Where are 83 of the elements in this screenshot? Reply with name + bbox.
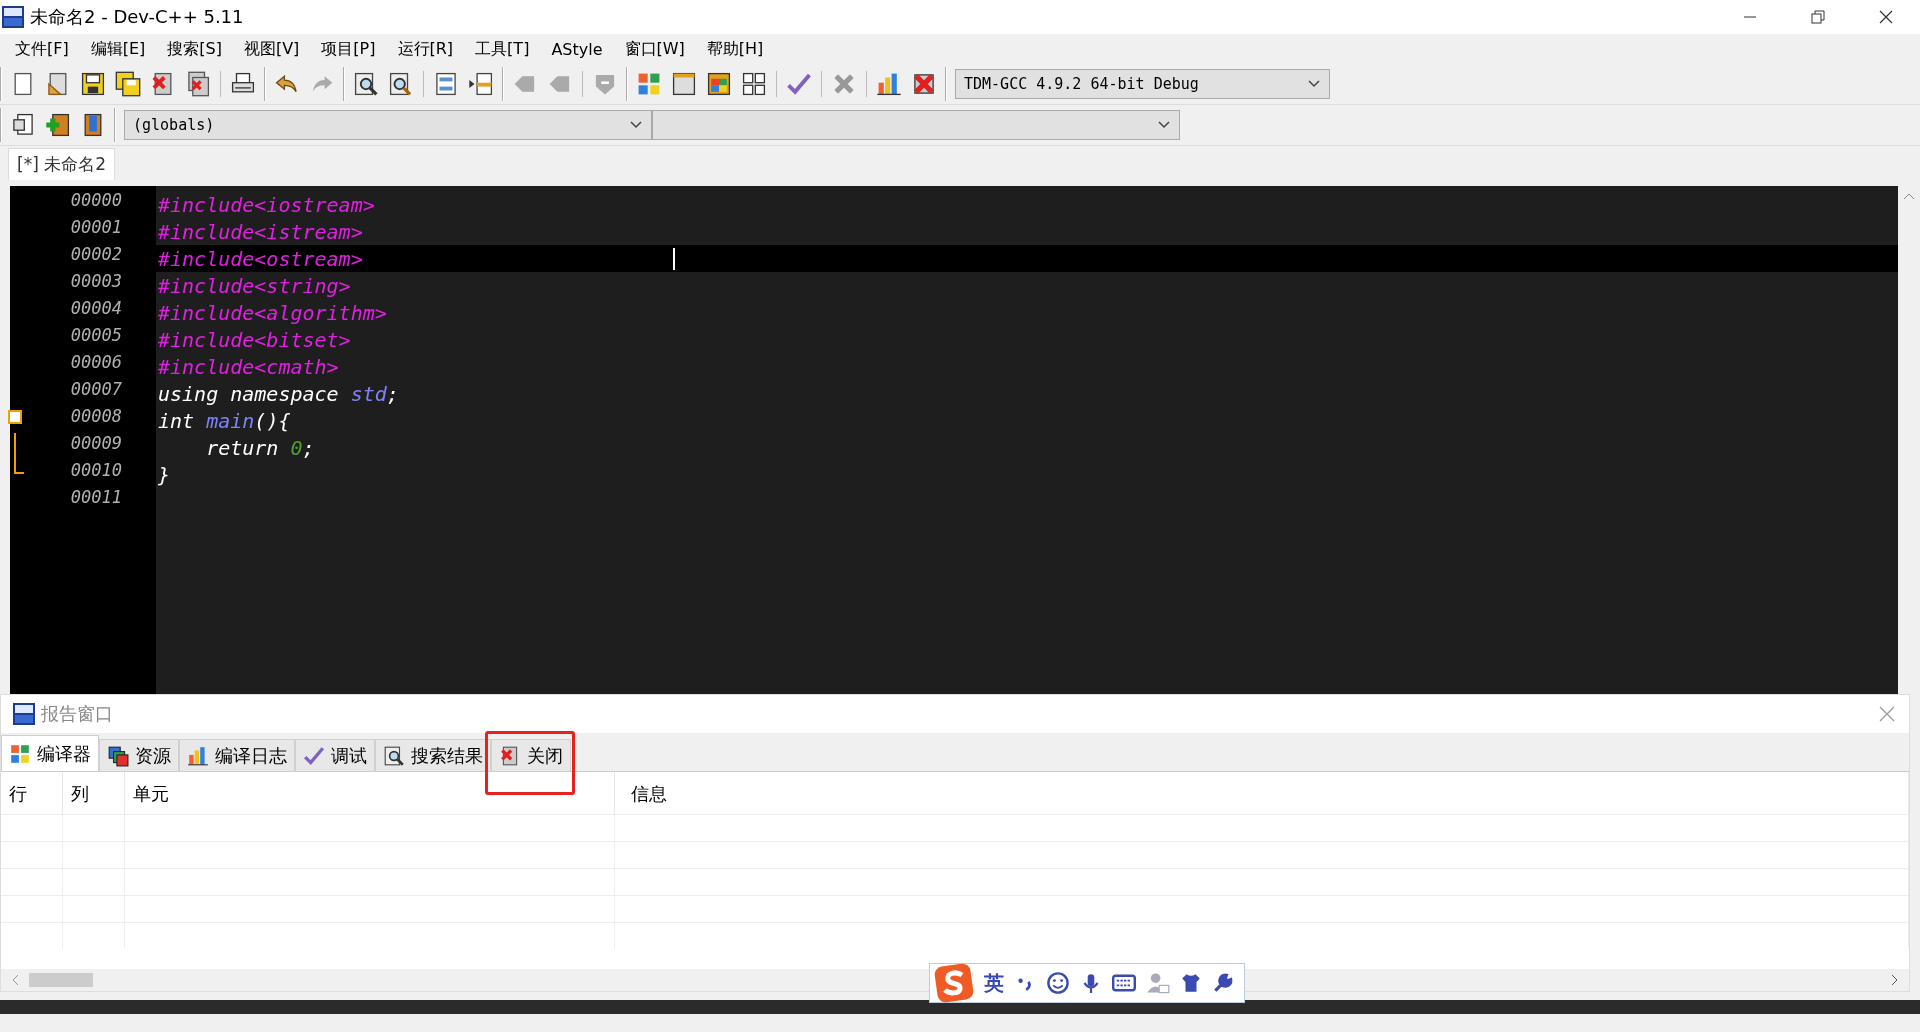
line-number: 00003 [70, 270, 122, 291]
scrollbar-thumb[interactable] [29, 973, 93, 987]
code-line: #include<istream> [158, 219, 363, 244]
code-line: #include<iostream> [158, 192, 375, 217]
grid-icon[interactable] [636, 71, 662, 97]
menu-item[interactable]: 帮助[H] [695, 36, 775, 62]
panel-tab[interactable]: 关闭 [491, 739, 571, 771]
delete-icon[interactable] [911, 71, 937, 97]
panel-tab[interactable]: 搜索结果 [375, 739, 491, 771]
text-cursor [672, 247, 675, 270]
code-line: using namespace std; [158, 381, 399, 406]
menu-item[interactable]: 文件[F] [4, 36, 80, 62]
line-number: 00009 [70, 432, 122, 453]
compiler-dropdown[interactable]: TDM-GCC 4.9.2 64-bit Debug [955, 69, 1330, 99]
scroll-up-icon[interactable] [1903, 192, 1915, 200]
code-line: #include<string> [158, 273, 351, 298]
line-number: 00004 [70, 297, 122, 318]
close-icon[interactable] [1879, 10, 1893, 24]
code-line: int main(){ [158, 408, 291, 433]
find-icon[interactable] [353, 71, 379, 97]
scroll-right-icon[interactable] [1891, 974, 1899, 986]
shirt-icon[interactable] [1180, 972, 1202, 994]
line-number: 00002 [70, 243, 122, 264]
column-header[interactable]: 行 [1, 772, 63, 816]
file-tab[interactable]: [*] 未命名2 [8, 148, 115, 180]
line-number: 00008 [70, 405, 122, 426]
line-number: 00011 [70, 486, 122, 507]
fold-toggle[interactable] [8, 409, 22, 424]
panel-title: 报告窗口 [41, 702, 113, 726]
menu-item[interactable]: 搜索[S] [156, 36, 233, 62]
grid-icon[interactable] [9, 742, 31, 765]
restore-icon[interactable] [1811, 10, 1825, 24]
code-line: return 0; [205, 435, 315, 460]
window-icon[interactable] [671, 71, 697, 97]
line-number: 00010 [70, 459, 122, 480]
menu-item[interactable]: 工具[T] [464, 36, 541, 62]
save-all-icon[interactable] [115, 71, 141, 97]
line-number: 00007 [70, 378, 122, 399]
menu-item[interactable]: 运行[R] [386, 36, 465, 62]
indent-icon[interactable] [433, 71, 459, 97]
menu-item[interactable]: AStyle [540, 37, 614, 61]
report-window-icon [13, 703, 35, 725]
wrench-icon[interactable] [1212, 972, 1234, 994]
line-number: 00005 [70, 324, 122, 345]
squares-icon[interactable] [741, 71, 767, 97]
bar-chart-icon[interactable] [187, 744, 209, 767]
close-all-icon[interactable] [185, 71, 211, 97]
column-header[interactable]: 信息 [615, 772, 1909, 816]
save-icon[interactable] [80, 71, 106, 97]
panel-tab[interactable]: 编译日志 [179, 739, 295, 771]
column-header[interactable]: 单元 [125, 772, 615, 816]
app-icon [2, 6, 24, 28]
column-header[interactable]: 列 [63, 772, 125, 816]
window-title: 未命名2 - Dev-C++ 5.11 [30, 5, 244, 29]
layers-icon[interactable] [107, 744, 129, 767]
code-line: #include<ostream> [158, 246, 363, 271]
code-line: #include<algorithm> [158, 300, 387, 325]
panel-tab[interactable]: 资源 [99, 739, 179, 771]
check-icon[interactable] [786, 71, 812, 97]
code-line: #include<cmath> [158, 354, 339, 379]
smiley-icon[interactable] [1046, 971, 1070, 995]
add-icon[interactable] [45, 112, 71, 138]
unindent-icon[interactable] [468, 71, 494, 97]
menu-item[interactable]: 窗口[W] [613, 36, 696, 62]
tiles-icon[interactable] [706, 71, 732, 97]
check-icon[interactable] [303, 744, 325, 767]
menu-item[interactable]: 视图[V] [232, 36, 311, 62]
code-line: #include<bitset> [158, 327, 351, 352]
line-number: 00001 [70, 216, 122, 237]
panel-tab[interactable]: 调试 [295, 739, 375, 771]
menu-item[interactable]: 项目[P] [310, 36, 387, 62]
code-line: } [158, 462, 171, 487]
scope-dropdown[interactable]: (globals) [124, 110, 652, 140]
bar-chart-icon[interactable] [876, 71, 902, 97]
replace-icon[interactable] [388, 71, 414, 97]
find-icon[interactable] [383, 744, 405, 767]
line-number: 00000 [70, 189, 122, 210]
goto-icon[interactable] [10, 112, 36, 138]
line-number: 00006 [70, 351, 122, 372]
input-mode-toggle[interactable]: 英 [984, 969, 1004, 997]
menu-item[interactable]: 编辑[E] [79, 36, 157, 62]
input-method-logo-icon[interactable] [934, 963, 974, 1003]
panel-tab[interactable]: 编译器 [1, 735, 99, 771]
